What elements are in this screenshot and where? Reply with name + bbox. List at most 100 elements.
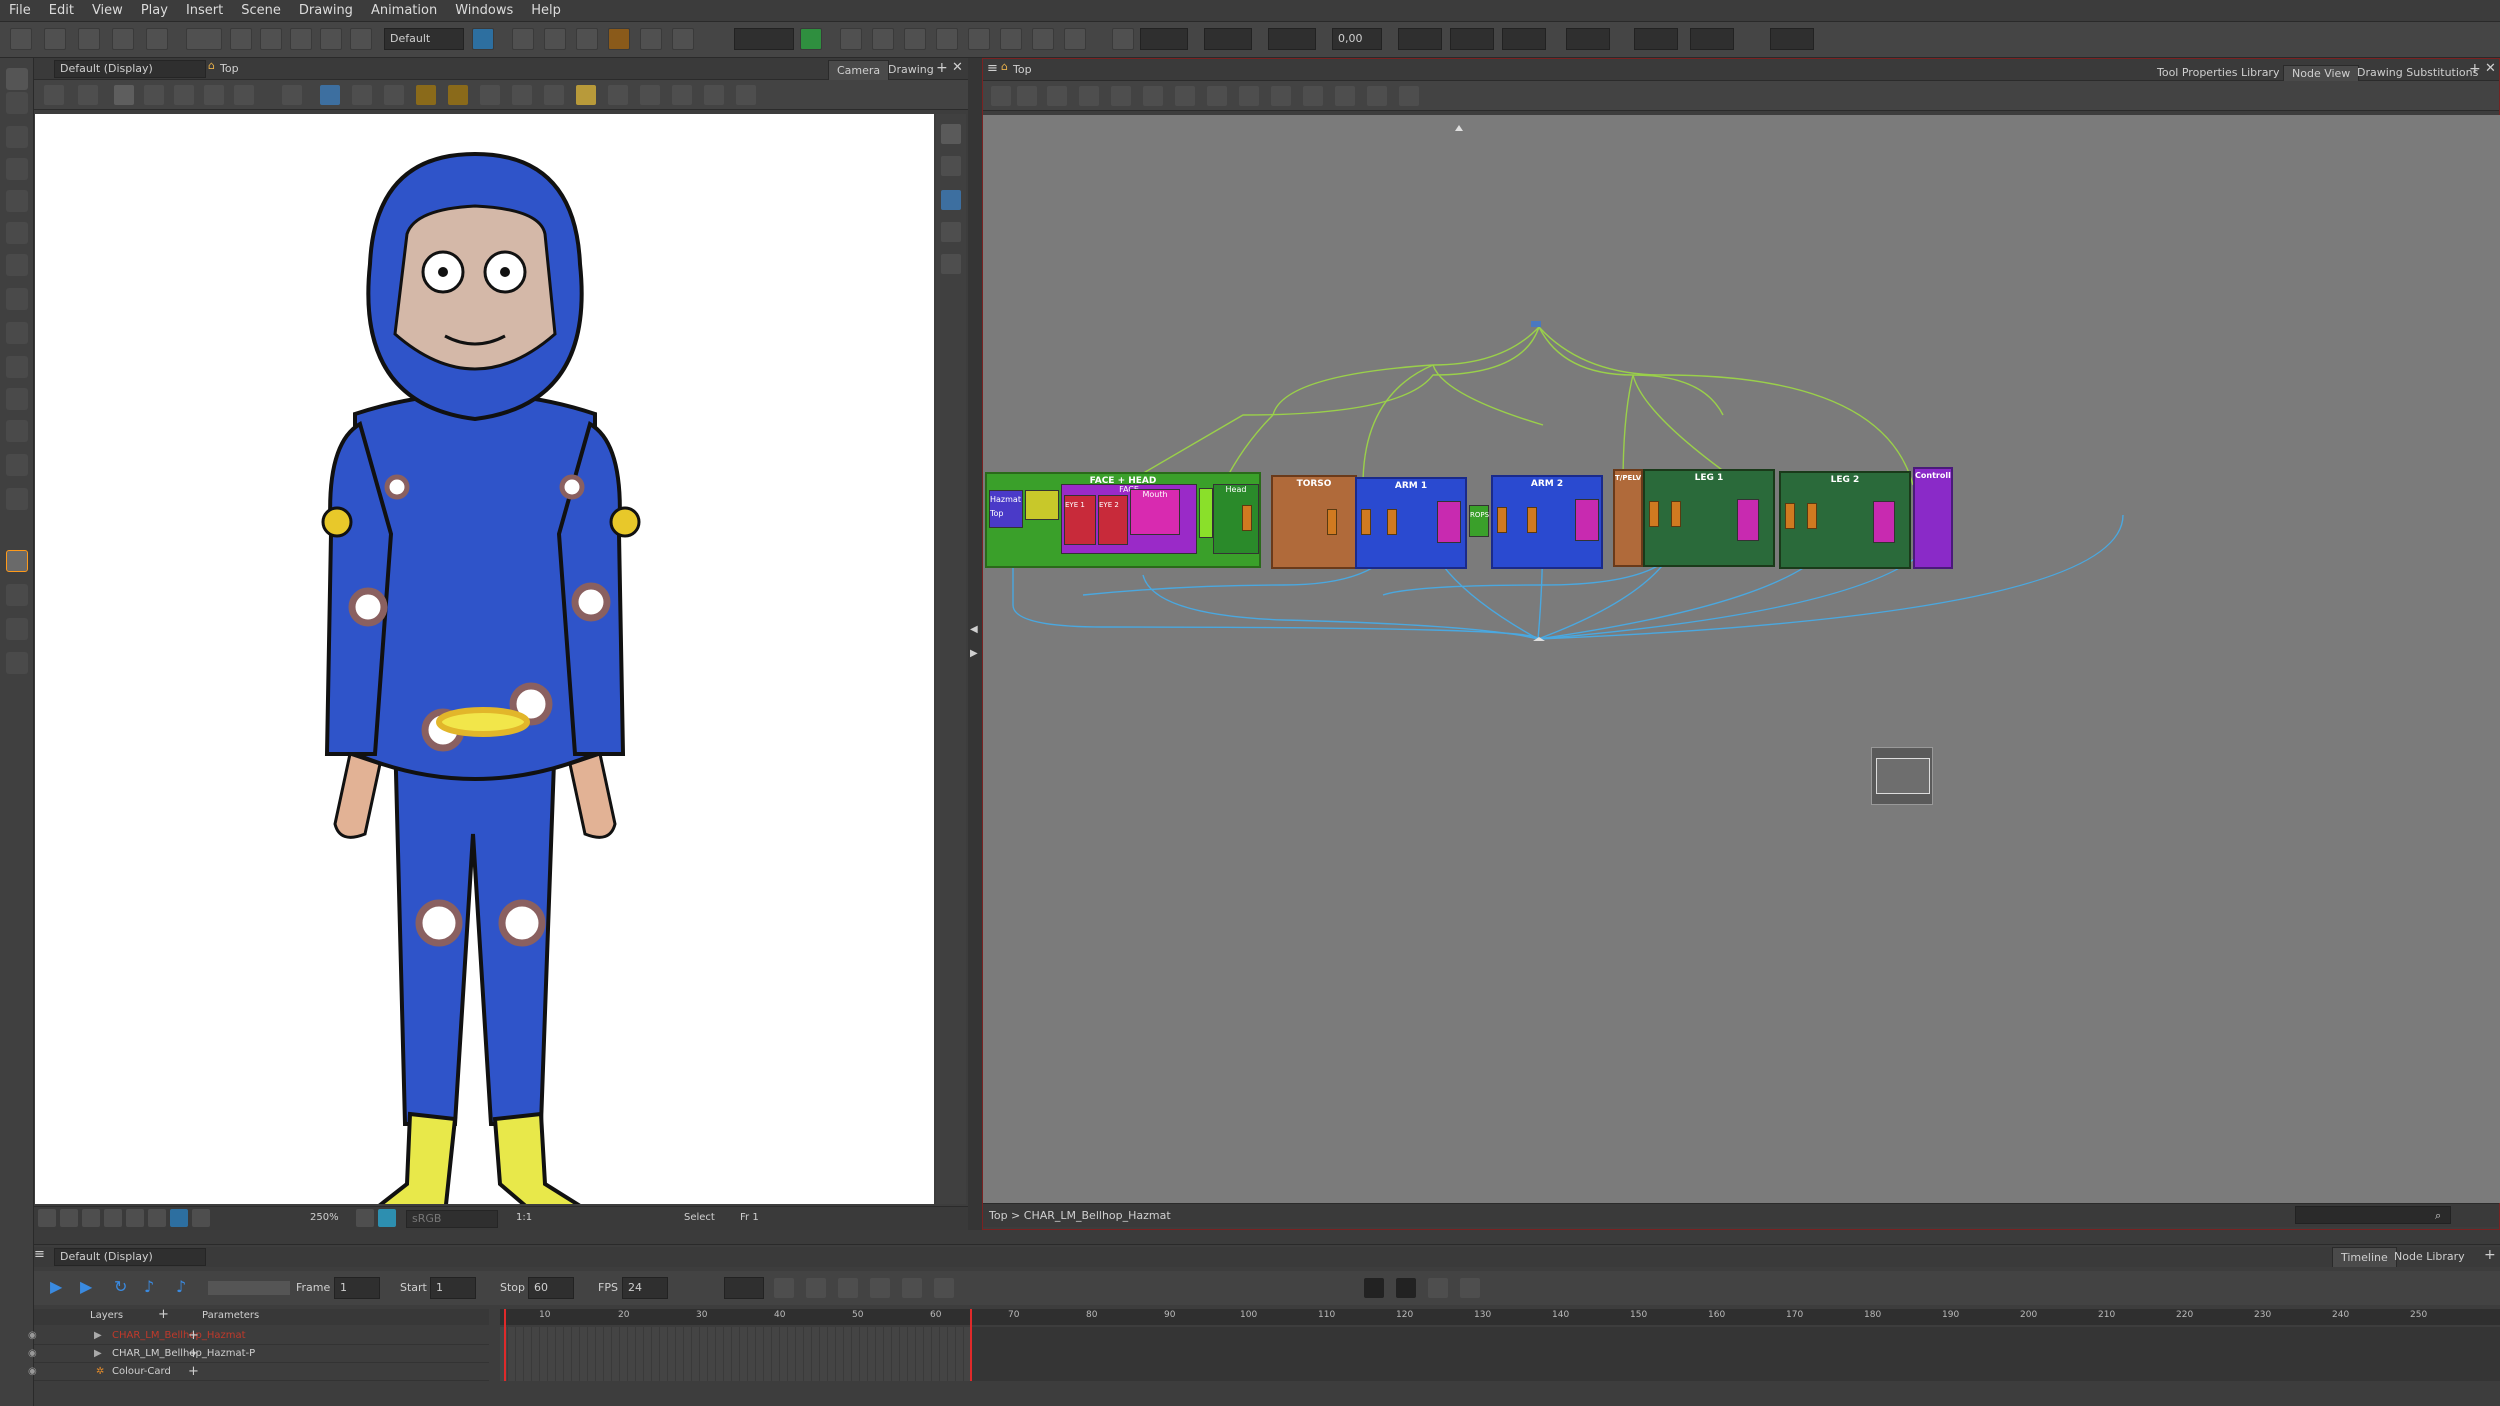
menu-drawing[interactable]: Drawing bbox=[290, 0, 362, 22]
transform-icon[interactable] bbox=[840, 28, 862, 50]
node-eye-2[interactable]: EYE 2 bbox=[1098, 495, 1128, 545]
ungroup-icon[interactable] bbox=[640, 85, 660, 105]
hand-tool-icon[interactable] bbox=[6, 454, 28, 476]
reset-pivot-icon[interactable] bbox=[512, 28, 534, 50]
cut-icon[interactable] bbox=[260, 28, 282, 50]
morph-icon[interactable] bbox=[1000, 28, 1022, 50]
fps-field[interactable]: 24 bbox=[622, 1277, 668, 1299]
transform-tool-icon[interactable] bbox=[6, 550, 28, 572]
bone-icon[interactable] bbox=[968, 28, 990, 50]
position-x-field[interactable] bbox=[1140, 28, 1188, 50]
node-arm1-hand[interactable] bbox=[1437, 501, 1461, 543]
layer-stack-3-icon[interactable] bbox=[941, 254, 961, 274]
rotate-icon[interactable] bbox=[872, 28, 894, 50]
motion-keyframe-icon[interactable] bbox=[838, 1278, 858, 1298]
light-icon[interactable] bbox=[38, 1209, 56, 1227]
workspace-icon[interactable] bbox=[472, 28, 494, 50]
playhead[interactable] bbox=[504, 1309, 506, 1381]
position-x-icon[interactable] bbox=[1112, 28, 1134, 50]
tab-drawing[interactable]: Drawing bbox=[880, 60, 942, 80]
remove-keyframe-icon[interactable] bbox=[806, 1278, 826, 1298]
ik-icon[interactable] bbox=[1032, 28, 1054, 50]
dropper-icon[interactable] bbox=[6, 356, 28, 378]
flip-h-icon[interactable] bbox=[320, 85, 340, 105]
node-yellow-group[interactable] bbox=[1025, 490, 1059, 520]
pivot-y-field[interactable] bbox=[1690, 28, 1734, 50]
animate-mode-icon[interactable] bbox=[1064, 28, 1086, 50]
frame-ruler[interactable]: 10 20 30 40 50 60 70 80 90 100 110 120 1… bbox=[500, 1309, 2500, 1325]
undo-icon[interactable] bbox=[186, 28, 222, 50]
node-close-panel-icon[interactable]: ✕ bbox=[2485, 61, 2496, 76]
camera-icon[interactable] bbox=[60, 1209, 78, 1227]
layer-name[interactable]: CHAR_LM_Bellhop_Hazmat bbox=[112, 1327, 246, 1345]
tab-node-library[interactable]: Node Library bbox=[2386, 1247, 2473, 1267]
frame-field[interactable]: 1 bbox=[334, 1277, 380, 1299]
color-wheel-icon[interactable] bbox=[378, 1209, 396, 1227]
close-panel-icon[interactable]: ✕ bbox=[952, 60, 963, 75]
backdrop-controllers[interactable]: Controll bbox=[1913, 467, 1953, 569]
pivot-x-field[interactable] bbox=[1634, 28, 1678, 50]
backdrop-arm-1[interactable]: ARM 1 bbox=[1355, 477, 1467, 569]
position-z-field[interactable] bbox=[1268, 28, 1316, 50]
node-eye-1[interactable]: EYE 1 bbox=[1064, 495, 1096, 545]
node-path[interactable]: Top > CHAR_LM_Bellhop_Hazmat bbox=[989, 1209, 1171, 1222]
top-composite-node[interactable] bbox=[1531, 321, 1541, 327]
add-param-icon[interactable]: + bbox=[188, 1327, 199, 1345]
timeline-add-tab-icon[interactable]: + bbox=[2484, 1247, 2496, 1263]
paint-bucket-icon[interactable] bbox=[544, 85, 564, 105]
scale-z-field[interactable] bbox=[1502, 28, 1546, 50]
node-arm2-upper[interactable] bbox=[1497, 507, 1507, 533]
keyframe-type-select[interactable] bbox=[724, 1277, 764, 1299]
enable-icon[interactable] bbox=[1239, 86, 1259, 106]
menu-play[interactable]: Play bbox=[132, 0, 177, 22]
backdrop-arm-2[interactable]: ARM 2 bbox=[1491, 475, 1603, 569]
onion-skin-icon[interactable] bbox=[640, 28, 662, 50]
snap-icon[interactable] bbox=[544, 28, 566, 50]
add-keyframe-icon[interactable] bbox=[774, 1278, 794, 1298]
lock-icon[interactable] bbox=[416, 85, 436, 105]
layer-stack-active-icon[interactable] bbox=[941, 190, 961, 210]
network-icon[interactable] bbox=[1175, 86, 1195, 106]
brush-icon[interactable] bbox=[6, 126, 28, 148]
colorspace-select[interactable]: sRGB bbox=[406, 1210, 498, 1228]
eye-icon[interactable] bbox=[941, 124, 961, 144]
play-icon[interactable]: ▶ bbox=[50, 1277, 62, 1296]
brush-line-icon[interactable] bbox=[512, 85, 532, 105]
marquee-icon[interactable] bbox=[144, 85, 164, 105]
position-y-field[interactable] bbox=[1204, 28, 1252, 50]
group-icon[interactable] bbox=[608, 85, 628, 105]
layer-name[interactable]: Colour-Card bbox=[112, 1363, 171, 1381]
stop-field[interactable]: 60 bbox=[528, 1277, 574, 1299]
snap-grid-icon[interactable] bbox=[576, 28, 598, 50]
flag-icon[interactable] bbox=[800, 28, 822, 50]
onion-icon[interactable] bbox=[126, 1209, 144, 1227]
stop-marker[interactable] bbox=[970, 1309, 972, 1381]
add-tab-icon[interactable]: + bbox=[936, 60, 948, 76]
scale-y-field[interactable] bbox=[1450, 28, 1494, 50]
tab-tool-properties[interactable]: Tool Properties bbox=[2149, 65, 2245, 81]
add-param-icon[interactable]: + bbox=[188, 1363, 199, 1381]
panel-menu-icon[interactable]: ≡ bbox=[987, 61, 998, 76]
node-network-canvas[interactable]: FACE + HEAD Hazmat Top FACE EYE 1 EYE 2 … bbox=[983, 115, 2500, 1203]
node-leg1-lower[interactable] bbox=[1671, 501, 1681, 527]
skew-icon[interactable] bbox=[936, 28, 958, 50]
render-icon[interactable] bbox=[170, 1209, 188, 1227]
pencil-line-icon[interactable] bbox=[480, 85, 500, 105]
insert-frame-icon[interactable] bbox=[902, 1278, 922, 1298]
snap-grid-tool-icon[interactable] bbox=[234, 85, 254, 105]
new-scene-icon[interactable] bbox=[10, 28, 32, 50]
add-drawing-icon[interactable] bbox=[1079, 86, 1099, 106]
menu-help[interactable]: Help bbox=[522, 0, 570, 22]
zoom-tool-icon[interactable] bbox=[6, 488, 28, 510]
add-composite-icon[interactable] bbox=[1111, 86, 1131, 106]
gear-icon[interactable] bbox=[356, 1209, 374, 1227]
stop-motion-keyframe-icon[interactable] bbox=[870, 1278, 890, 1298]
preview-icon[interactable] bbox=[148, 1209, 166, 1227]
pencil-icon[interactable] bbox=[6, 158, 28, 180]
loop-icon[interactable]: ↻ bbox=[114, 1277, 127, 1296]
add-group-icon[interactable] bbox=[1143, 86, 1163, 106]
disable-icon[interactable] bbox=[1271, 86, 1291, 106]
backdrop-leg-2[interactable]: LEG 2 bbox=[1779, 471, 1911, 569]
scale-x-field[interactable] bbox=[1398, 28, 1442, 50]
zoom-level[interactable]: 250% bbox=[310, 1212, 339, 1223]
